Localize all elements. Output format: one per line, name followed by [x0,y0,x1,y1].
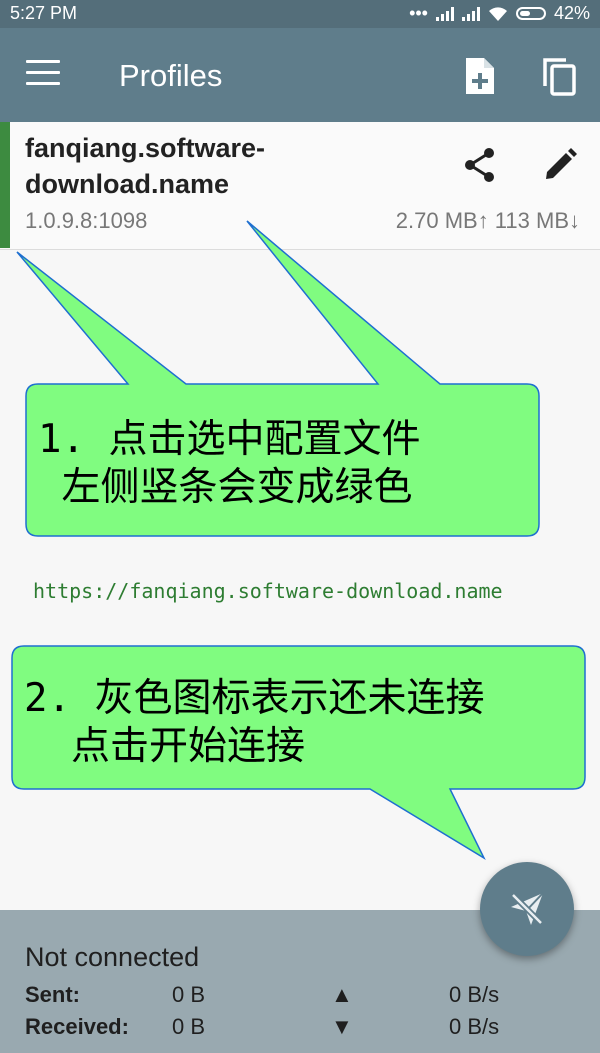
battery-level: 42% [553,3,590,23]
callout-2-line-1: 2. 灰色图标表示还未连接 [24,676,485,721]
down-arrow-icon: ▼ [331,1014,353,1039]
signal-icon [435,6,454,21]
received-rate: 0 B/s [449,1014,500,1039]
paper-plane-disabled-icon [510,892,544,926]
signal-icon-2 [461,6,480,21]
received-value: 0 B [172,1014,206,1039]
battery-icon [515,7,546,20]
add-file-icon[interactable] [462,56,498,96]
wifi-icon [488,6,507,21]
edit-icon[interactable] [542,147,578,183]
selected-indicator-bar [0,122,10,248]
clock: 5:27 PM [10,3,78,23]
status-bar: 5:27 PM ••• 42% [0,0,600,28]
profile-name: fanqiang.software-download.name [25,133,266,199]
callout-1-line-2: 左侧竖条会变成绿色 [38,465,413,510]
connect-button[interactable] [480,862,574,956]
sent-value: 0 B [172,982,206,1007]
website-url: https://fanqiang.software-download.name [33,579,503,603]
sent-row: Sent: 0 B ▲ 0 B/s [25,982,585,1012]
callout-1-line-1: 1. 点击选中配置文件 [38,417,421,462]
page-title: Profiles [119,58,223,93]
received-row: Received: 0 B ▼ 0 B/s [25,1014,585,1044]
share-icon[interactable] [462,147,498,183]
menu-icon[interactable] [26,60,60,86]
app-bar: Profiles [0,28,600,122]
connection-state: Not connected [25,942,200,972]
up-arrow-icon: ▲ [331,982,353,1007]
received-label: Received: [25,1014,129,1039]
sent-label: Sent: [25,982,80,1007]
profile-card[interactable]: fanqiang.software-download.name 1.0.9.8:… [0,122,600,250]
profile-traffic: 2.70 MB↑ 113 MB↓ [395,208,580,233]
profile-address: 1.0.9.8:1098 [25,208,148,233]
status-icons: ••• 42% [409,3,590,24]
sent-rate: 0 B/s [449,982,500,1007]
notification-dots-icon: ••• [409,3,428,23]
callout-2-line-2: 点击开始连接 [24,724,305,769]
copy-icon[interactable] [542,56,578,96]
